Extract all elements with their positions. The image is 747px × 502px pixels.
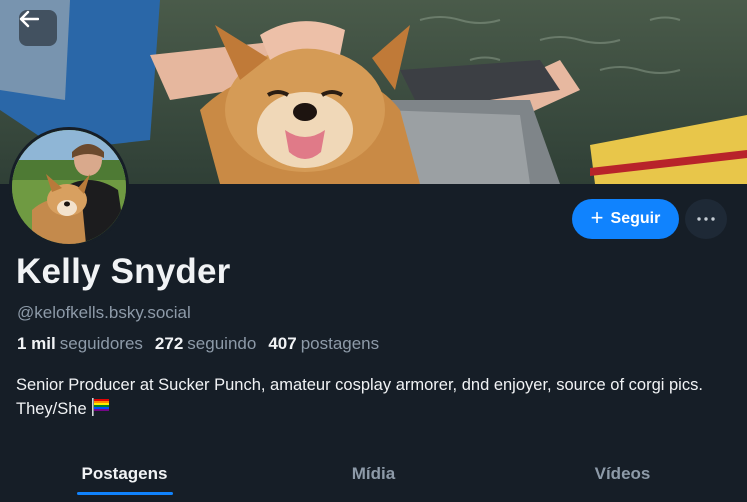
following-stat[interactable]: 272 seguindo	[155, 334, 256, 354]
user-handle: @kelofkells.bsky.social	[17, 303, 191, 322]
rainbow-flag-icon	[91, 398, 109, 416]
posts-label: postagens	[300, 334, 380, 353]
profile-bio: Senior Producer at Sucker Punch, amateur…	[16, 373, 736, 421]
tab-media-label: Mídia	[351, 464, 396, 483]
following-count: 272	[154, 334, 184, 353]
following-label: seguindo	[187, 334, 257, 353]
avatar[interactable]	[9, 127, 129, 247]
tab-videos[interactable]: Vídeos	[498, 455, 747, 502]
ellipsis-icon	[697, 217, 715, 221]
tab-videos-label: Vídeos	[594, 464, 651, 483]
bio-text: Senior Producer at Sucker Punch, amateur…	[16, 376, 703, 418]
follow-button[interactable]: + Seguir	[572, 199, 679, 239]
more-options-button[interactable]	[685, 199, 727, 239]
tab-posts[interactable]: Postagens	[0, 455, 249, 502]
followers-count: 1 mil	[17, 334, 56, 353]
posts-stat: 407 postagens	[268, 334, 379, 354]
avatar-image	[12, 130, 126, 244]
tab-posts-label: Postagens	[81, 464, 168, 483]
profile-tabs: Postagens Mídia Vídeos	[0, 455, 747, 502]
posts-count: 407	[268, 334, 297, 353]
plus-icon: +	[590, 205, 604, 230]
back-button[interactable]	[19, 10, 57, 46]
active-tab-indicator	[76, 492, 173, 495]
followers-stat[interactable]: 1 mil seguidores	[17, 334, 143, 354]
arrow-left-icon	[19, 10, 39, 28]
display-name: Kelly Snyder	[16, 252, 231, 291]
profile-stats: 1 mil seguidores 272 seguindo 407 postagens	[17, 334, 379, 354]
followers-label: seguidores	[59, 334, 143, 353]
follow-button-label: Seguir	[610, 210, 661, 227]
tab-media[interactable]: Mídia	[249, 455, 498, 502]
